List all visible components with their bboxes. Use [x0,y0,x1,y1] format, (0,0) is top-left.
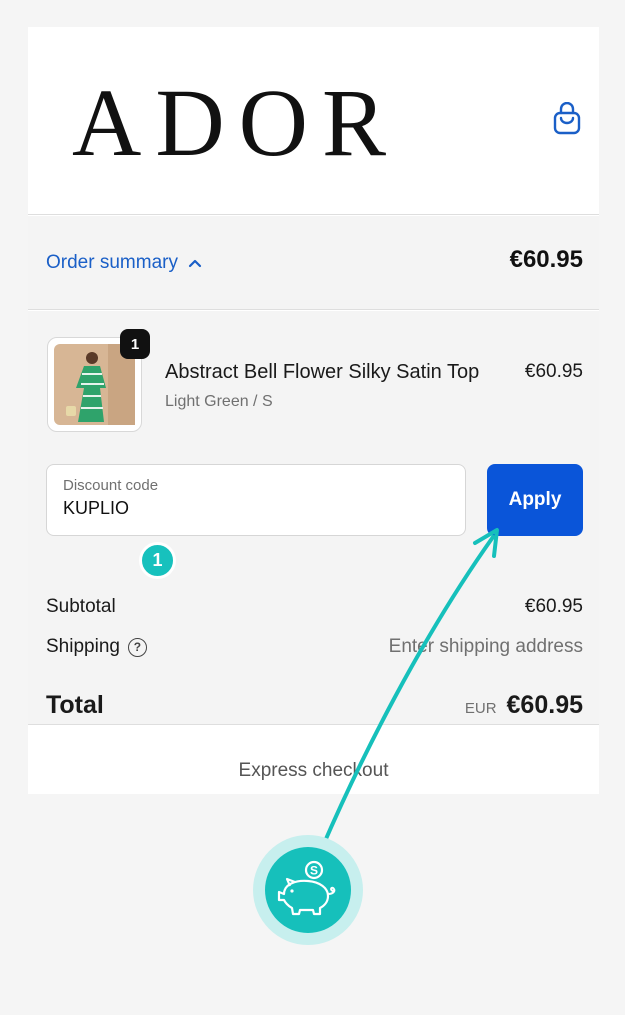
order-summary-total: €60.95 [509,246,583,273]
product-thumbnail: 1 [47,329,150,432]
order-summary-label: Order summary [46,252,178,273]
help-circle-icon[interactable]: ? [127,637,147,657]
total-label: Total [46,691,104,719]
total-row: Total EUR €60.95 [46,691,583,720]
total-value: €60.95 [506,691,583,719]
discount-code-field[interactable]: Discount code KUPLIO [46,464,466,536]
shipping-row: Shipping ? Enter shipping address [46,636,583,658]
subtotal-value: €60.95 [524,596,583,617]
express-checkout-heading: Express checkout [238,760,389,781]
checkout-card: ADOR Order summary €60.95 1 Abstract Bel… [28,27,599,794]
product-name: Abstract Bell Flower Silky Satin Top [165,361,480,383]
product-variant: Light Green / S [165,393,273,410]
store-header: ADOR [28,27,599,215]
currency-code: EUR [464,700,497,717]
svg-text:S: S [310,864,318,878]
shipping-value: Enter shipping address [388,636,583,657]
quantity-badge: 1 [120,329,150,359]
subtotal-label: Subtotal [46,596,116,617]
product-price: €60.95 [524,361,583,382]
order-summary-bar: Order summary €60.95 [28,216,599,310]
shipping-label: Shipping [46,636,120,657]
order-summary-toggle[interactable]: Order summary [46,248,202,278]
piggy-bank-badge: S [253,835,363,945]
chevron-up-icon [188,259,202,268]
order-details: 1 Abstract Bell Flower Silky Satin Top L… [28,311,599,725]
subtotal-row: Subtotal €60.95 [46,596,583,618]
apply-button[interactable]: Apply [487,464,583,536]
piggy-bank-icon: S [277,860,336,916]
brand-logo[interactable]: ADOR [72,71,452,171]
step-marker: 1 [139,542,176,579]
discount-code-input[interactable]: KUPLIO [63,498,449,519]
shopping-bag-icon [553,102,581,135]
discount-code-label: Discount code [63,477,159,494]
svg-text:ADOR: ADOR [72,71,400,171]
cart-button[interactable] [547,99,587,139]
